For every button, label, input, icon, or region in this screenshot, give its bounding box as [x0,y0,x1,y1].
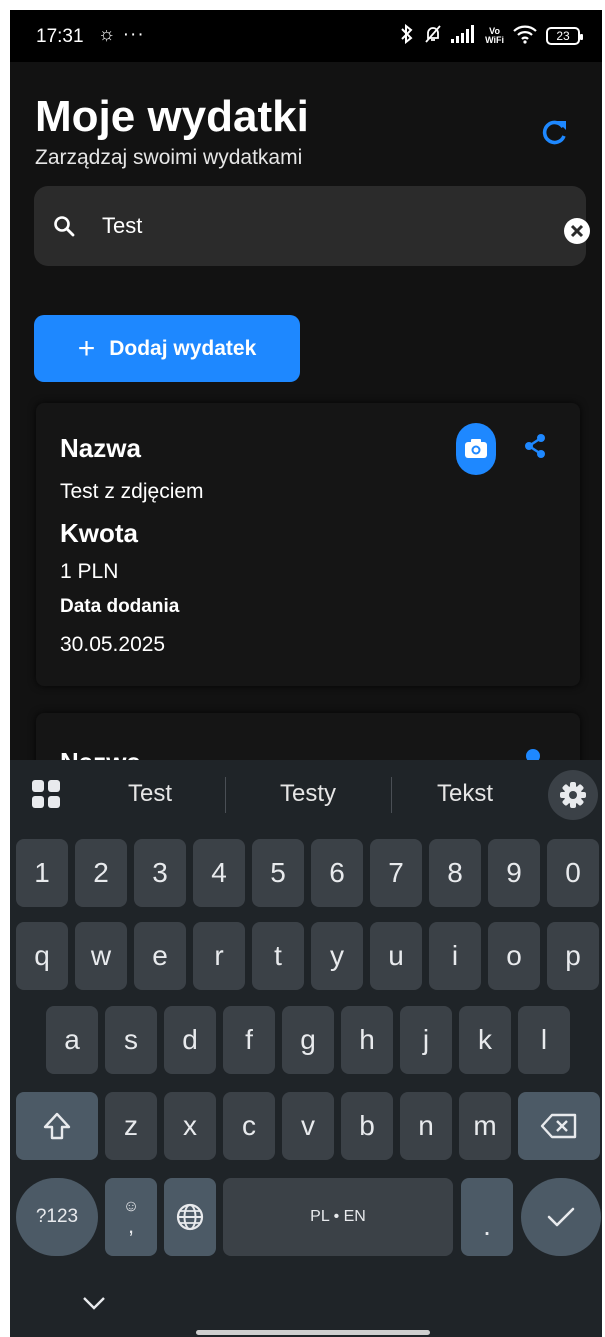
date-label: Data dodania [60,596,180,617]
home-indicator[interactable] [196,1330,430,1335]
key-f[interactable]: f [223,1006,275,1074]
clear-search-button[interactable] [564,218,590,244]
key-g[interactable]: g [282,1006,334,1074]
plus-icon: + [77,331,96,365]
refresh-button[interactable] [538,115,572,149]
checkmark-icon [547,1207,575,1227]
status-notification-icons: ☼ ··· [98,24,145,45]
comma-label: , [127,1213,135,1238]
emoji-comma-key[interactable]: ☺ , [105,1178,157,1256]
key-a[interactable]: a [46,1006,98,1074]
apps-grid-icon[interactable] [32,780,60,808]
refresh-icon [542,120,566,145]
gear-icon [560,782,586,808]
bell-off-icon [423,24,443,49]
key-b[interactable]: b [341,1092,393,1160]
key-v[interactable]: v [282,1092,334,1160]
hide-keyboard-icon[interactable] [82,1296,106,1310]
key-s[interactable]: s [105,1006,157,1074]
suggestion-divider [391,777,392,813]
key-i[interactable]: i [429,922,481,990]
key-7[interactable]: 7 [370,839,422,907]
key-6[interactable]: 6 [311,839,363,907]
keyboard-suggestion-bar: Test Testy Tekst [10,760,602,830]
key-q[interactable]: q [16,922,68,990]
key-u[interactable]: u [370,922,422,990]
key-2[interactable]: 2 [75,839,127,907]
key-x[interactable]: x [164,1092,216,1160]
shift-icon [43,1112,71,1140]
add-expense-label: Dodaj wydatek [109,336,257,360]
shift-key[interactable] [16,1092,98,1160]
amount-label: Kwota [60,518,138,548]
key-y[interactable]: y [311,922,363,990]
search-bar[interactable]: Test [34,186,590,266]
expense-date: 30.05.2025 [60,633,166,656]
status-time: 17:31 [36,26,84,47]
signal-icon [451,24,477,48]
name-label: Nazwa [60,433,141,463]
camera-icon [465,439,487,458]
key-k[interactable]: k [459,1006,511,1074]
key-w[interactable]: w [75,922,127,990]
key-p[interactable]: p [547,922,599,990]
key-3[interactable]: 3 [134,839,186,907]
key-h[interactable]: h [341,1006,393,1074]
expense-amount: 1 PLN [60,560,119,583]
battery-icon: 23 [546,27,583,45]
bluetooth-icon [399,23,415,49]
clear-icon [570,224,584,238]
key-0[interactable]: 0 [547,839,599,907]
key-l[interactable]: l [518,1006,570,1074]
phone-screen: 17:31 ☼ ··· Vo WiFi 23 Moje wydatki Zarz… [10,10,602,1337]
expense-name: Test z zdjęciem [60,480,204,503]
page-title: Moje wydatki [35,92,309,141]
key-o[interactable]: o [488,922,540,990]
key-z[interactable]: z [105,1092,157,1160]
symbols-key[interactable]: ?123 [16,1178,98,1256]
key-8[interactable]: 8 [429,839,481,907]
search-icon [54,216,75,237]
page-subtitle: Zarządzaj swoimi wydatkami [35,146,303,169]
status-icons: Vo WiFi 23 [399,23,583,49]
on-screen-keyboard: Test Testy Tekst 1 2 3 4 5 6 7 8 9 0 q w… [10,760,602,1337]
share-button[interactable] [520,431,550,461]
suggestion-2[interactable]: Testy [243,780,373,808]
suggestion-3[interactable]: Tekst [400,780,530,808]
search-input[interactable]: Test [102,213,142,239]
backspace-key[interactable] [518,1092,600,1160]
vowifi-bottom-label: WiFi [485,35,504,45]
battery-level: 23 [556,29,570,43]
key-4[interactable]: 4 [193,839,245,907]
key-r[interactable]: r [193,922,245,990]
period-key[interactable]: . [461,1178,513,1256]
backspace-icon [540,1113,577,1139]
key-m[interactable]: m [459,1092,511,1160]
add-expense-button[interactable]: + Dodaj wydatek [34,315,300,382]
globe-icon [176,1203,204,1231]
suggestion-divider [225,777,226,813]
space-key[interactable]: PL • EN [223,1178,453,1256]
vowifi-icon: Vo WiFi [485,27,504,45]
key-c[interactable]: c [223,1092,275,1160]
key-5[interactable]: 5 [252,839,304,907]
wifi-icon [512,24,538,49]
share-icon [525,434,545,458]
suggestion-1[interactable]: Test [85,780,215,808]
key-t[interactable]: t [252,922,304,990]
key-9[interactable]: 9 [488,839,540,907]
expense-card[interactable]: Nazwa Test z zdjęciem Kwota 1 PLN Data d… [36,403,580,686]
enter-key[interactable] [521,1178,601,1256]
status-bar: 17:31 ☼ ··· Vo WiFi 23 [10,10,602,62]
key-1[interactable]: 1 [16,839,68,907]
key-d[interactable]: d [164,1006,216,1074]
key-j[interactable]: j [400,1006,452,1074]
key-e[interactable]: e [134,922,186,990]
key-n[interactable]: n [400,1092,452,1160]
keyboard-settings-button[interactable] [548,770,598,820]
language-key[interactable] [164,1178,216,1256]
photo-button[interactable] [456,423,496,475]
